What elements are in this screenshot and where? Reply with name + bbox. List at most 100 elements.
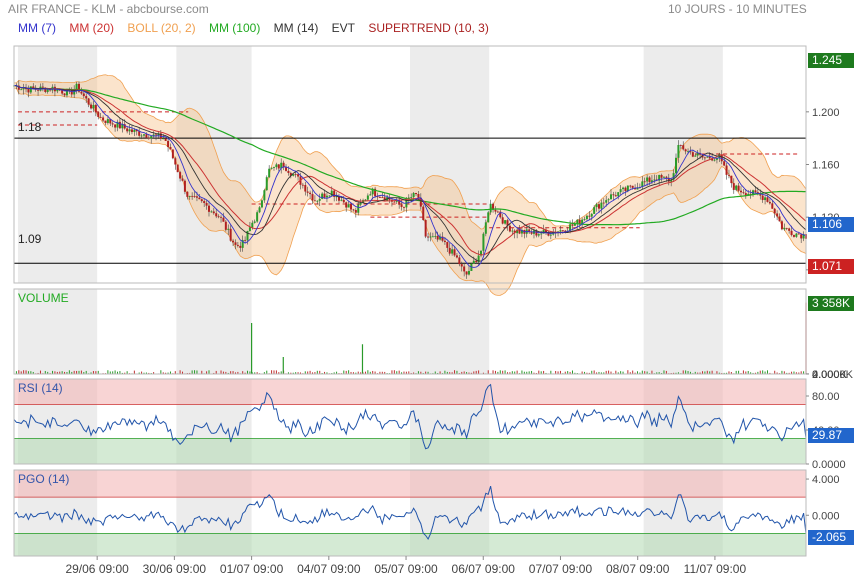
candle-body	[63, 93, 66, 96]
candle-body	[181, 178, 184, 181]
candle-body	[323, 193, 326, 198]
candle-body	[203, 201, 206, 203]
candle-body	[619, 189, 622, 193]
candle-body	[104, 120, 107, 123]
legend-item-mm100[interactable]: MM (100)	[209, 21, 260, 35]
candle-body	[198, 197, 201, 200]
legend-item-mm20[interactable]: MM (20)	[69, 21, 114, 35]
candle-body	[725, 165, 728, 175]
legend-item-boll[interactable]: BOLL (20, 2)	[127, 21, 195, 35]
candle-body	[675, 157, 678, 174]
candle-body	[771, 203, 774, 209]
candle-body	[147, 137, 150, 139]
candle-body	[277, 164, 280, 169]
candle-body	[212, 211, 215, 214]
candle-body	[590, 213, 593, 217]
candle-body	[727, 174, 730, 176]
candle-body	[111, 123, 114, 125]
candle-body	[20, 89, 23, 91]
candle-body	[761, 195, 764, 201]
price-y-tick-label: 1.160	[812, 160, 840, 172]
candle-body	[410, 197, 413, 198]
candle-body	[662, 176, 665, 178]
candle-body	[354, 210, 357, 213]
pgo-last-badge: -2.065	[808, 530, 854, 545]
candle-body	[597, 204, 600, 209]
candle-body	[530, 232, 533, 234]
candle-body	[256, 212, 259, 222]
candle-body	[164, 138, 167, 141]
candle-body	[82, 93, 85, 97]
candle-body	[126, 128, 129, 132]
x-tick-label: 29/06 09:00	[65, 562, 129, 576]
candle-body	[783, 227, 786, 230]
candle-body	[424, 220, 427, 237]
candle-body	[501, 217, 504, 224]
candle-body	[496, 211, 499, 213]
candle-body	[508, 225, 511, 232]
candle-body	[797, 233, 800, 235]
candle-body	[679, 144, 682, 146]
level-label-high: 1.18	[18, 120, 42, 134]
candle-body	[350, 204, 353, 210]
candle-body	[106, 119, 109, 123]
pgo-y-tick-label: 4.000	[812, 474, 840, 486]
candle-body	[795, 233, 798, 237]
candle-body	[730, 175, 733, 184]
candle-body	[224, 221, 227, 230]
candle-body	[792, 235, 795, 237]
candle-body	[504, 220, 507, 224]
candle-body	[321, 193, 324, 199]
candle-body	[790, 230, 793, 236]
volume-title: VOLUME	[18, 291, 69, 305]
candle-body	[614, 195, 617, 197]
candle-body	[402, 206, 405, 208]
candle-body	[607, 199, 610, 201]
candle-body	[253, 221, 256, 223]
candle-body	[311, 194, 314, 201]
legend-item-supertrend[interactable]: SUPERTREND (10, 3)	[368, 21, 488, 35]
indicator-legend: MM (7) MM (20) BOLL (20, 2) MM (100) MM …	[18, 21, 499, 35]
session-band	[410, 289, 490, 374]
candle-body	[118, 121, 121, 129]
legend-item-mm7[interactable]: MM (7)	[18, 21, 56, 35]
x-tick-label: 05/07 09:00	[374, 562, 438, 576]
candle-body	[407, 197, 410, 199]
chart-canvas: 1.2001.1601.1201.0804.000K2.000K0.0000K8…	[13, 45, 854, 576]
period-label: 10 JOURS - 10 MINUTES	[668, 2, 807, 16]
candle-body	[694, 155, 697, 157]
candle-body	[571, 224, 574, 226]
candle-body	[347, 204, 350, 208]
legend-item-mm14[interactable]: MM (14)	[274, 21, 319, 35]
candle-body	[248, 227, 251, 232]
price-high-badge: 1.245	[808, 53, 854, 68]
candle-body	[742, 192, 745, 194]
candle-body	[210, 211, 213, 213]
candle-body	[465, 271, 468, 275]
candle-body	[301, 184, 304, 186]
candle-body	[559, 230, 562, 232]
candle-body	[87, 98, 90, 105]
legend-item-evt[interactable]: EVT	[332, 21, 355, 35]
candle-body	[677, 144, 680, 158]
candle-body	[458, 257, 461, 265]
candle-body	[191, 195, 194, 197]
candle-body	[593, 207, 596, 214]
candle-body	[270, 167, 273, 169]
candle-body	[366, 195, 369, 200]
candle-body	[778, 216, 781, 222]
volume-y-tick-label: 0.0000K	[812, 369, 854, 381]
candle-body	[605, 200, 608, 203]
candle-body	[417, 194, 420, 198]
candle-body	[602, 202, 605, 204]
candle-body	[583, 219, 586, 220]
candle-body	[193, 196, 196, 198]
candle-body	[511, 230, 514, 232]
candle-body	[345, 202, 348, 208]
candle-body	[460, 264, 463, 267]
candle-body	[732, 183, 735, 190]
candle-body	[451, 249, 454, 254]
candle-body	[227, 228, 230, 230]
candle-body	[306, 191, 309, 193]
candle-body	[773, 208, 776, 214]
